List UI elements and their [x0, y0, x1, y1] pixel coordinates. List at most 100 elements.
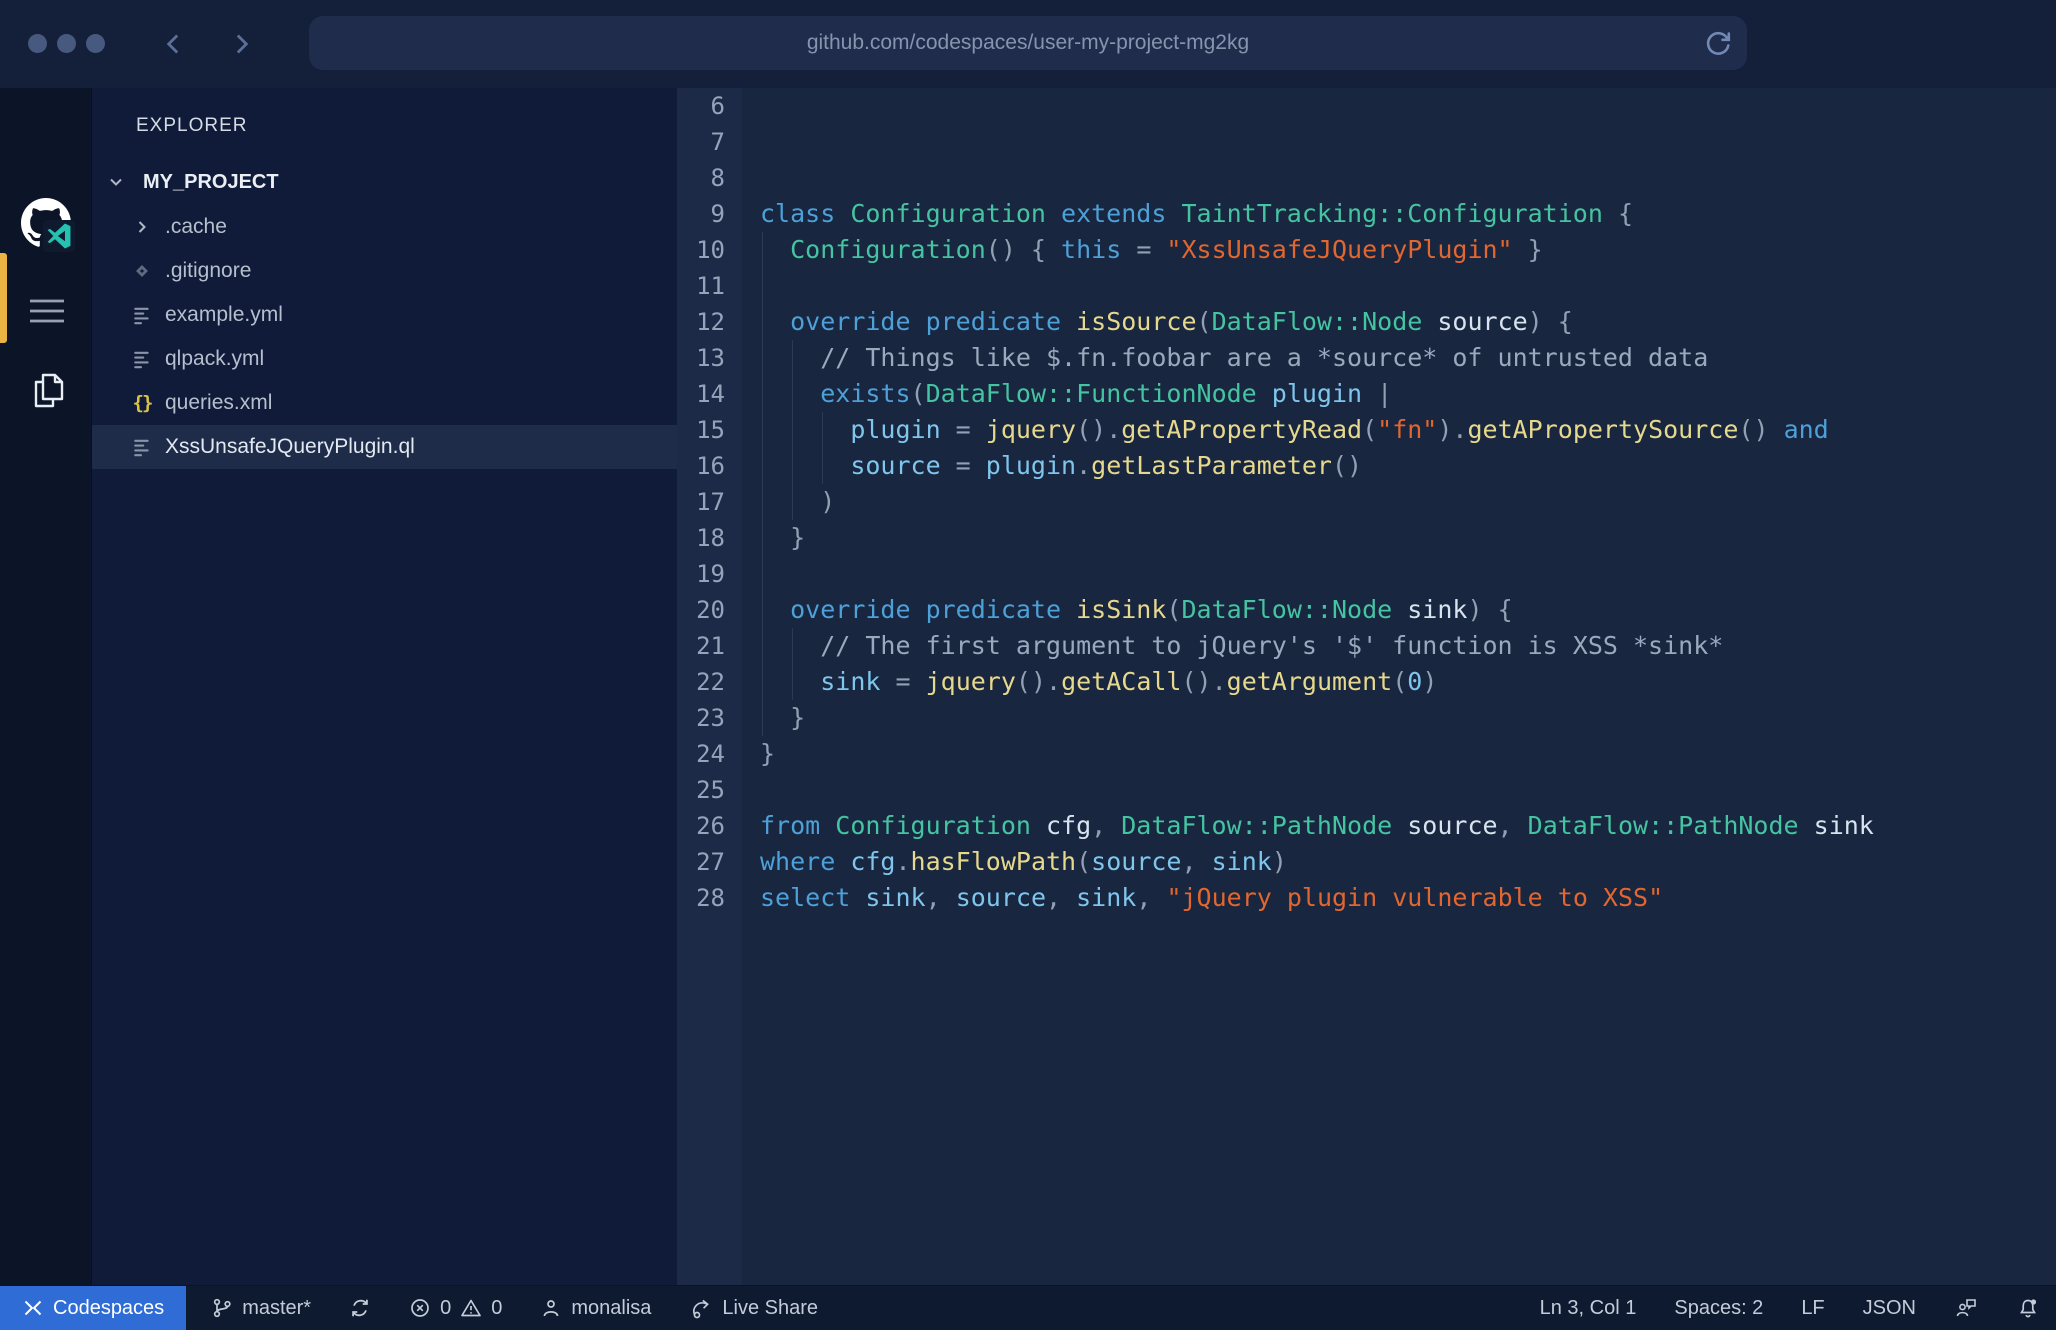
- code-line[interactable]: 9class Configuration extends TaintTracki…: [677, 196, 2056, 232]
- tree-item[interactable]: {}queries.xml: [92, 381, 677, 425]
- line-number[interactable]: 15: [677, 412, 725, 448]
- tree-item[interactable]: .gitignore: [92, 249, 677, 293]
- code-text: [725, 160, 760, 196]
- code-line[interactable]: 7: [677, 124, 2056, 160]
- line-number[interactable]: 20: [677, 592, 725, 628]
- file-name: qlpack.yml: [165, 347, 264, 371]
- eol-button[interactable]: LF: [1801, 1286, 1824, 1330]
- line-number[interactable]: 13: [677, 340, 725, 376]
- code-content[interactable]: 6789class Configuration extends TaintTra…: [677, 88, 2056, 916]
- problems-button[interactable]: 00: [409, 1286, 502, 1330]
- line-number[interactable]: 17: [677, 484, 725, 520]
- line-number[interactable]: 11: [677, 268, 725, 304]
- tree-item[interactable]: qlpack.yml: [92, 337, 677, 381]
- code-line[interactable]: 22 sink = jquery().getACall().getArgumen…: [677, 664, 2056, 700]
- code-text: // The first argument to jQuery's '$' fu…: [725, 628, 1723, 664]
- sync-button[interactable]: [349, 1286, 371, 1330]
- root-folder-label: MY_PROJECT: [143, 171, 279, 194]
- explorer-sidebar: EXPLORER MY_PROJECT .cache .gitignoreexam…: [92, 88, 677, 1285]
- line-number[interactable]: 19: [677, 556, 725, 592]
- code-line[interactable]: 10 Configuration() { this = "XssUnsafeJQ…: [677, 232, 2056, 268]
- code-line[interactable]: 27where cfg.hasFlowPath(source, sink): [677, 844, 2056, 880]
- code-line[interactable]: 23 }: [677, 700, 2056, 736]
- ql-file-icon: [132, 437, 152, 457]
- window-dot[interactable]: [57, 34, 76, 53]
- line-number[interactable]: 7: [677, 124, 725, 160]
- file-name: queries.xml: [165, 391, 272, 415]
- tree-item[interactable]: .cache: [92, 205, 677, 249]
- explorer-files-button[interactable]: [25, 368, 69, 412]
- feedback-button[interactable]: [1954, 1286, 1978, 1330]
- tree-item[interactable]: XssUnsafeJQueryPlugin.ql: [92, 425, 677, 469]
- code-line[interactable]: 16 source = plugin.getLastParameter(): [677, 448, 2056, 484]
- code-line[interactable]: 13 // Things like $.fn.foobar are a *sou…: [677, 340, 2056, 376]
- code-line[interactable]: 12 override predicate isSource(DataFlow:…: [677, 304, 2056, 340]
- line-number[interactable]: 10: [677, 232, 725, 268]
- code-line[interactable]: 26from Configuration cfg, DataFlow::Path…: [677, 808, 2056, 844]
- line-number[interactable]: 9: [677, 196, 725, 232]
- account-button[interactable]: monalisa: [540, 1286, 651, 1330]
- live-share-icon: [689, 1296, 713, 1320]
- line-number[interactable]: 14: [677, 376, 725, 412]
- code-line[interactable]: 17 ): [677, 484, 2056, 520]
- line-number[interactable]: 12: [677, 304, 725, 340]
- github-codespaces-logo[interactable]: [21, 198, 71, 248]
- status-label: monalisa: [571, 1297, 651, 1320]
- window-controls[interactable]: [28, 34, 105, 53]
- browser-back-button[interactable]: [158, 28, 190, 60]
- line-number[interactable]: 24: [677, 736, 725, 772]
- line-number[interactable]: 6: [677, 88, 725, 124]
- code-line[interactable]: 11: [677, 268, 2056, 304]
- line-number[interactable]: 27: [677, 844, 725, 880]
- code-line[interactable]: 20 override predicate isSink(DataFlow::N…: [677, 592, 2056, 628]
- indentation-button[interactable]: Spaces: 2: [1674, 1286, 1763, 1330]
- file-name: .cache: [165, 215, 227, 239]
- code-line[interactable]: 28select sink, source, sink, "jQuery plu…: [677, 880, 2056, 916]
- error-icon: [409, 1297, 431, 1319]
- line-number[interactable]: 8: [677, 160, 725, 196]
- code-line[interactable]: 24}: [677, 736, 2056, 772]
- code-text: class Configuration extends TaintTrackin…: [725, 196, 1633, 232]
- active-view-indicator: [0, 253, 7, 343]
- line-number[interactable]: 23: [677, 700, 725, 736]
- status-label: Ln 3, Col 1: [1540, 1297, 1637, 1320]
- address-bar[interactable]: github.com/codespaces/user-my-project-mg…: [309, 16, 1747, 70]
- cursor-position-button[interactable]: Ln 3, Col 1: [1540, 1286, 1637, 1330]
- code-line[interactable]: 21 // The first argument to jQuery's '$'…: [677, 628, 2056, 664]
- project-root-folder[interactable]: MY_PROJECT: [92, 164, 677, 200]
- sync-icon: [349, 1297, 371, 1319]
- language-mode-button[interactable]: JSON: [1863, 1286, 1916, 1330]
- code-line[interactable]: 25: [677, 772, 2056, 808]
- files-icon: [25, 368, 69, 412]
- status-bar-left: Codespaces master* 00 monalisa Live Share: [0, 1286, 818, 1330]
- line-number[interactable]: 26: [677, 808, 725, 844]
- line-number[interactable]: 16: [677, 448, 725, 484]
- status-label: Codespaces: [53, 1297, 164, 1320]
- browser-chrome: github.com/codespaces/user-my-project-mg…: [0, 0, 2056, 88]
- yaml-file-icon: [132, 305, 152, 325]
- notifications-button[interactable]: [2016, 1286, 2040, 1330]
- code-line[interactable]: 15 plugin = jquery().getAPropertyRead("f…: [677, 412, 2056, 448]
- window-dot[interactable]: [86, 34, 105, 53]
- explorer-title: EXPLORER: [136, 115, 247, 137]
- code-line[interactable]: 6: [677, 88, 2056, 124]
- line-number[interactable]: 22: [677, 664, 725, 700]
- browser-forward-button[interactable]: [225, 28, 257, 60]
- code-line[interactable]: 8: [677, 160, 2056, 196]
- line-number[interactable]: 18: [677, 520, 725, 556]
- code-line[interactable]: 19: [677, 556, 2056, 592]
- code-line[interactable]: 18 }: [677, 520, 2056, 556]
- live-share-button[interactable]: Live Share: [689, 1286, 818, 1330]
- git-branch-button[interactable]: master*: [211, 1286, 311, 1330]
- refresh-icon[interactable]: [1701, 26, 1735, 60]
- code-line[interactable]: 14 exists(DataFlow::FunctionNode plugin …: [677, 376, 2056, 412]
- tree-item[interactable]: example.yml: [92, 293, 677, 337]
- window-dot[interactable]: [28, 34, 47, 53]
- codespaces-button[interactable]: Codespaces: [0, 1286, 186, 1330]
- line-number[interactable]: 21: [677, 628, 725, 664]
- file-name: XssUnsafeJQueryPlugin.ql: [165, 435, 415, 459]
- code-editor[interactable]: 6789class Configuration extends TaintTra…: [677, 88, 2056, 1285]
- menu-button[interactable]: [28, 297, 66, 325]
- line-number[interactable]: 28: [677, 880, 725, 916]
- line-number[interactable]: 25: [677, 772, 725, 808]
